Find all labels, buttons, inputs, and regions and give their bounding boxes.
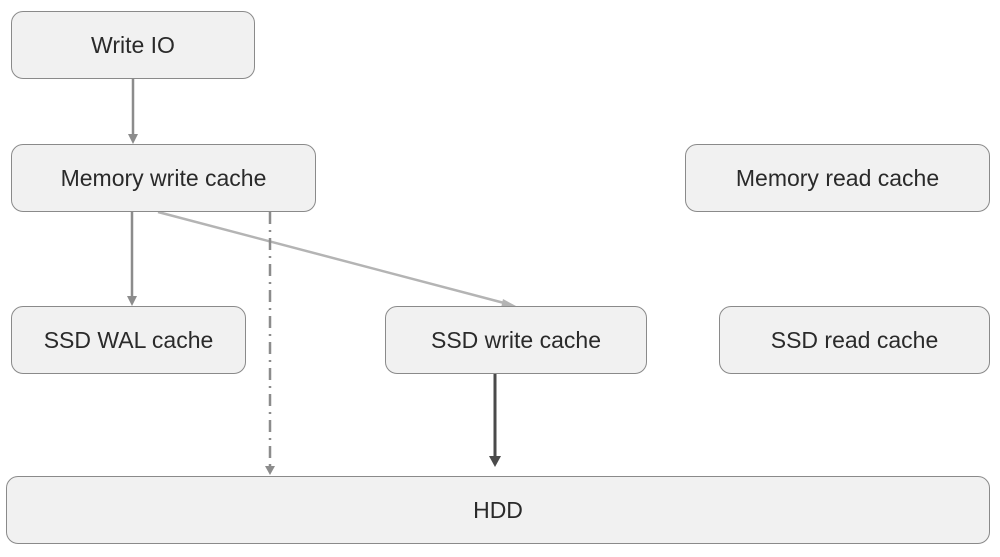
node-ssd-wal-cache: SSD WAL cache: [11, 306, 246, 374]
arrowhead-icon: [128, 134, 138, 144]
edge-memory-write-to-hdd: [265, 212, 275, 475]
node-label: HDD: [473, 496, 523, 523]
node-label: Memory write cache: [60, 164, 267, 191]
node-label: Write IO: [91, 31, 175, 58]
node-memory-write-cache: Memory write cache: [11, 144, 316, 212]
node-label: SSD read cache: [770, 326, 939, 353]
node-write-io: Write IO: [11, 11, 255, 79]
node-label: SSD write cache: [430, 326, 601, 353]
node-label: SSD WAL cache: [43, 326, 214, 353]
arrowhead-icon: [127, 296, 137, 306]
node-memory-read-cache: Memory read cache: [685, 144, 990, 212]
edge-memory-write-to-ssd-write: [157, 210, 516, 308]
edge-memory-write-to-ssd-wal: [127, 212, 137, 306]
arrowhead-icon: [265, 466, 275, 475]
node-label: Memory read cache: [735, 164, 940, 191]
node-ssd-read-cache: SSD read cache: [719, 306, 990, 374]
edge-ssd-write-to-hdd: [489, 374, 501, 467]
arrowhead-icon: [489, 456, 501, 467]
edge-write-io-to-memory-write-cache: [128, 79, 138, 144]
node-hdd: HDD: [6, 476, 990, 544]
edges-layer: [127, 79, 516, 475]
node-ssd-write-cache: SSD write cache: [385, 306, 647, 374]
